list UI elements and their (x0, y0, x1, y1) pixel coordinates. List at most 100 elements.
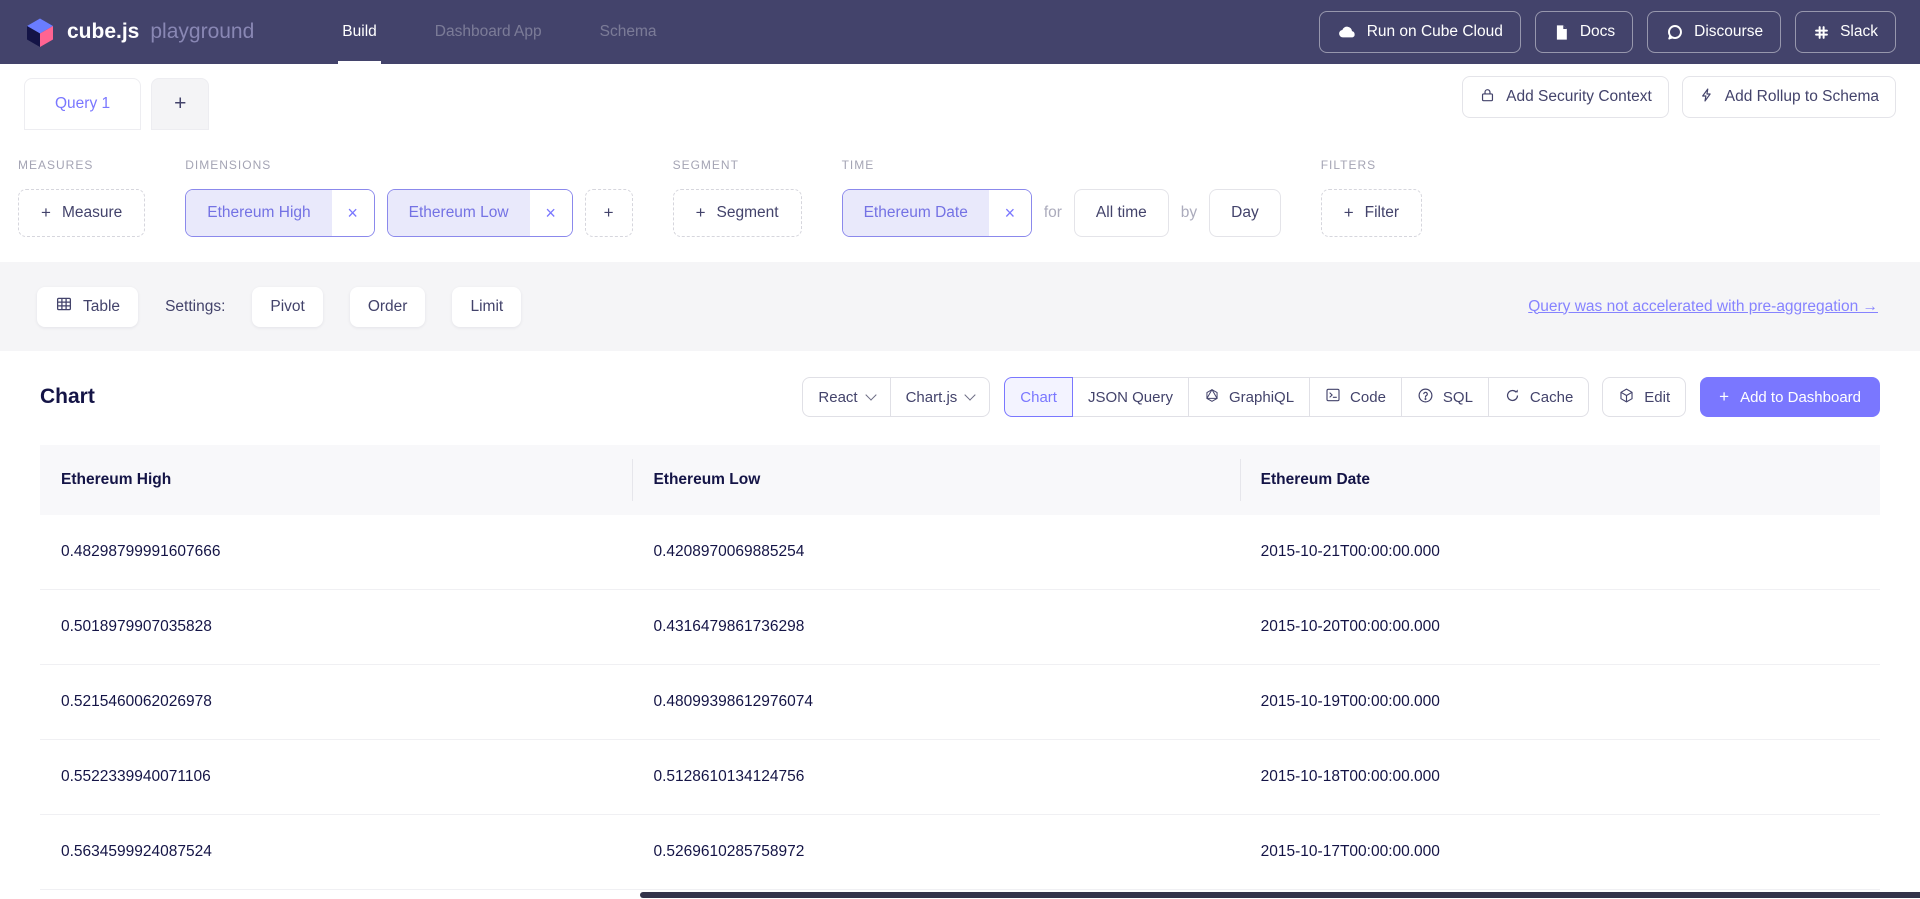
cell-ethereum-low: 0.4208970069885254 (632, 543, 1239, 561)
add-filter-label: Filter (1365, 204, 1399, 222)
framework-select[interactable]: React (802, 377, 890, 417)
brand-logo[interactable]: cube.js playground (24, 16, 254, 48)
add-rollup-to-schema-button[interactable]: Add Rollup to Schema (1682, 76, 1896, 118)
table-row: 0.5522339940071106 0.5128610134124756 20… (40, 740, 1880, 815)
chart-library-select[interactable]: Chart.js (890, 377, 991, 417)
order-button[interactable]: Order (350, 287, 426, 327)
close-icon[interactable]: × (332, 190, 374, 236)
close-icon[interactable]: × (530, 190, 572, 236)
dimensions-group: DIMENSIONS Ethereum High × Ethereum Low … (185, 158, 632, 237)
column-header-ethereum-high: Ethereum High (40, 445, 632, 515)
docs-label: Docs (1580, 23, 1615, 41)
query-tab-label: Query 1 (55, 95, 110, 113)
pivot-button[interactable]: Pivot (252, 287, 322, 327)
pre-aggregation-link[interactable]: Query was not accelerated with pre-aggre… (1528, 298, 1878, 316)
measures-group: MEASURES + Measure (18, 158, 145, 237)
edit-button[interactable]: Edit (1602, 377, 1686, 417)
settings-label: Settings: (165, 298, 225, 316)
dimension-chip-ethereum-high[interactable]: Ethereum High × (185, 189, 374, 237)
nav-tab-dashboard-app[interactable]: Dashboard App (435, 0, 542, 64)
table-view-label: Table (83, 298, 120, 316)
view-tab-chart[interactable]: Chart (1004, 377, 1073, 417)
nav-tab-build[interactable]: Build (342, 0, 376, 64)
table-grid-icon (55, 295, 73, 318)
add-to-dashboard-button[interactable]: + Add to Dashboard (1700, 377, 1880, 417)
dimension-chip-ethereum-low[interactable]: Ethereum Low × (387, 189, 573, 237)
by-text: by (1181, 204, 1197, 222)
table-row: 0.48298799991607666 0.4208970069885254 2… (40, 515, 1880, 590)
discourse-icon (1665, 23, 1684, 42)
add-security-context-button[interactable]: Add Security Context (1462, 76, 1669, 118)
run-on-cube-cloud-label: Run on Cube Cloud (1367, 23, 1503, 41)
docs-button[interactable]: Docs (1535, 11, 1633, 53)
add-security-context-label: Add Security Context (1506, 88, 1652, 106)
column-header-ethereum-low: Ethereum Low (632, 445, 1239, 515)
nav-tab-schema[interactable]: Schema (600, 0, 657, 64)
add-segment-button[interactable]: + Segment (673, 189, 802, 237)
add-rollup-to-schema-label: Add Rollup to Schema (1725, 88, 1879, 106)
brand-suffix: playground (150, 20, 254, 44)
filters-label: FILTERS (1321, 158, 1422, 172)
view-tab-sql[interactable]: SQL (1401, 377, 1489, 417)
cell-ethereum-date: 2015-10-20T00:00:00.000 (1240, 618, 1880, 636)
add-measure-button[interactable]: + Measure (18, 189, 145, 237)
granularity-label: Day (1231, 204, 1259, 222)
view-tab-json-query[interactable]: JSON Query (1072, 377, 1189, 417)
column-header-ethereum-date: Ethereum Date (1240, 445, 1880, 515)
add-to-dashboard-label: Add to Dashboard (1740, 389, 1861, 406)
view-tab-label: Code (1350, 389, 1386, 406)
dimension-chip-label: Ethereum Low (388, 190, 530, 236)
document-icon (1553, 23, 1570, 42)
top-navbar: cube.js playground Build Dashboard App S… (0, 0, 1920, 64)
time-dimension-label: Ethereum Date (843, 190, 989, 236)
cell-ethereum-date: 2015-10-17T00:00:00.000 (1240, 843, 1880, 861)
dimension-chip-label: Ethereum High (186, 190, 331, 236)
edit-label: Edit (1644, 389, 1670, 406)
discourse-button[interactable]: Discourse (1647, 11, 1781, 53)
add-dimension-button[interactable]: + (585, 189, 633, 237)
settings-bar: Table Settings: Pivot Order Limit Query … (0, 262, 1920, 351)
table-view-button[interactable]: Table (37, 287, 138, 327)
chevron-down-icon (965, 389, 976, 400)
view-tabs-group: Chart JSON Query GraphiQL (1004, 377, 1589, 417)
view-tab-label: Cache (1530, 389, 1573, 406)
cell-ethereum-high: 0.5522339940071106 (40, 768, 632, 786)
limit-button[interactable]: Limit (452, 287, 521, 327)
schema-actions: Add Security Context Add Rollup to Schem… (1462, 76, 1896, 130)
plus-icon: + (696, 203, 706, 223)
bolt-icon (1699, 86, 1715, 109)
cell-ethereum-low: 0.48099398612976074 (632, 693, 1239, 711)
brand-name: cube.js (67, 20, 139, 44)
date-range-button[interactable]: All time (1074, 189, 1169, 237)
refresh-icon (1504, 387, 1521, 408)
pivot-label: Pivot (270, 298, 304, 316)
cell-ethereum-date: 2015-10-18T00:00:00.000 (1240, 768, 1880, 786)
discourse-label: Discourse (1694, 23, 1763, 41)
slack-button[interactable]: Slack (1795, 11, 1896, 53)
view-tab-cache[interactable]: Cache (1488, 377, 1589, 417)
chart-header: Chart React Chart.js Chart (40, 351, 1880, 445)
navbar-actions: Run on Cube Cloud Docs Discourse (1319, 11, 1896, 53)
view-tab-label: SQL (1443, 389, 1473, 406)
cell-ethereum-high: 0.48298799991607666 (40, 543, 632, 561)
view-tab-code[interactable]: Code (1309, 377, 1402, 417)
measures-label: MEASURES (18, 158, 145, 172)
add-query-tab-button[interactable]: + (151, 78, 209, 130)
order-label: Order (368, 298, 408, 316)
dimensions-label: DIMENSIONS (185, 158, 632, 172)
framework-select-value: React (818, 389, 857, 406)
granularity-button[interactable]: Day (1209, 189, 1281, 237)
chart-title: Chart (40, 385, 95, 409)
close-icon[interactable]: × (989, 190, 1031, 236)
time-dimension-chip[interactable]: Ethereum Date × (842, 189, 1032, 237)
add-filter-button[interactable]: + Filter (1321, 189, 1422, 237)
run-on-cube-cloud-button[interactable]: Run on Cube Cloud (1319, 11, 1521, 53)
horizontal-scrollbar-thumb[interactable] (640, 892, 1920, 898)
view-tab-graphiql[interactable]: GraphiQL (1188, 377, 1310, 417)
date-range-label: All time (1096, 204, 1147, 222)
chart-library-select-value: Chart.js (906, 389, 958, 406)
question-circle-icon (1417, 387, 1434, 408)
segment-group: SEGMENT + Segment (673, 158, 802, 237)
lock-icon (1479, 86, 1496, 109)
query-tab-1[interactable]: Query 1 (24, 78, 141, 130)
